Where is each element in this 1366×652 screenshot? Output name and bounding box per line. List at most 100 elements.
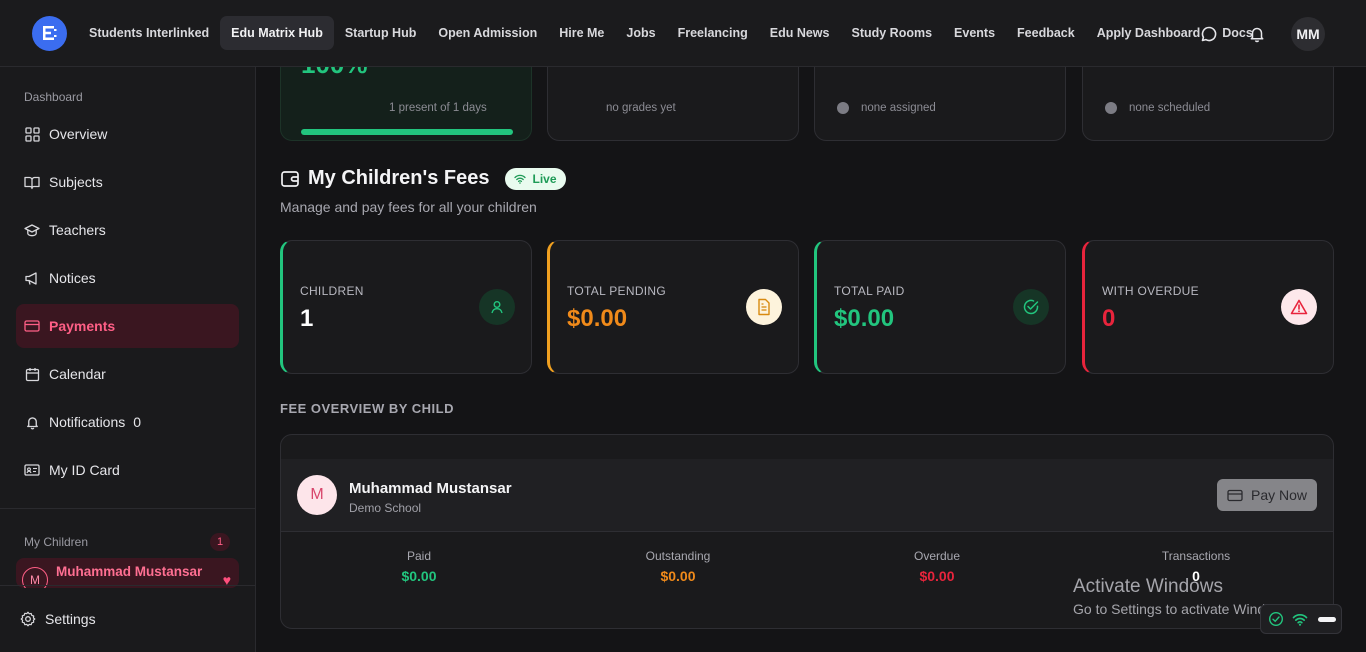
nav-link-hire-me[interactable]: Hire Me [548, 16, 615, 50]
stat-label: CHILDREN [300, 284, 364, 298]
sidebar-child-item[interactable]: M Muhammad Mustansar ♥ [16, 558, 239, 588]
grid-icon [24, 126, 40, 142]
overview-label: Paid [406, 549, 432, 563]
check-circle-icon [1013, 289, 1049, 325]
grades-card: no grades yet [547, 67, 799, 141]
child-name: Muhammad Mustansar [56, 563, 203, 579]
sidebar-divider [0, 585, 255, 586]
nav-link-feedback[interactable]: Feedback [1006, 16, 1086, 50]
nav-links: Students Interlinked Edu Matrix Hub Star… [78, 16, 1264, 50]
stat-card-total-paid: TOTAL PAID $0.00 [814, 240, 1066, 374]
user-avatar[interactable]: MM [1291, 16, 1325, 51]
sidebar-item-label: Notices [49, 270, 96, 286]
pay-now-label: Pay Now [1250, 487, 1308, 503]
child-school: Demo School [349, 501, 422, 515]
sidebar-item-label: Notifications [49, 414, 126, 430]
gear-icon [20, 611, 36, 627]
stat-value: $0.00 [567, 305, 628, 332]
system-tray-widget[interactable] [1260, 604, 1342, 634]
main-content: 100% 1 present of 1 days no grades yet n… [256, 67, 1366, 652]
bell-icon [24, 414, 40, 430]
overview-outstanding: Outstanding $0.00 [578, 549, 778, 584]
sidebar-item-calendar[interactable]: Calendar [16, 352, 239, 396]
credit-card-icon [24, 318, 40, 334]
stat-label: TOTAL PAID [834, 284, 905, 298]
watermark-title: Activate Windows [1073, 576, 1223, 597]
stat-value: $0.00 [834, 305, 895, 332]
sidebar-item-label: My ID Card [49, 462, 120, 478]
overview-value: $0.00 [919, 568, 955, 584]
status-dot-icon [837, 102, 849, 114]
sidebar-item-label: Teachers [49, 222, 106, 238]
overview-overdue: Overdue $0.00 [837, 549, 1037, 584]
schedule-card: none scheduled [1082, 67, 1334, 141]
live-badge: Live [505, 167, 566, 190]
attendance-percent: 100% [301, 67, 368, 80]
tray-pill-icon [1318, 616, 1336, 622]
stat-card-total-pending: TOTAL PENDING $0.00 [547, 240, 799, 374]
nav-link-students-interlinked[interactable]: Students Interlinked [78, 16, 220, 50]
notifications-button[interactable] [1239, 16, 1275, 52]
sidebar-item-label: Payments [49, 318, 116, 334]
stat-label: TOTAL PENDING [567, 284, 667, 298]
credit-card-icon [1227, 489, 1243, 501]
attendance-card: 100% 1 present of 1 days [280, 67, 532, 141]
megaphone-icon [24, 270, 40, 286]
nav-link-edu-news[interactable]: Edu News [759, 16, 841, 50]
wallet-icon [281, 170, 299, 187]
fee-overview-heading: FEE OVERVIEW BY CHILD [280, 401, 454, 416]
stat-card-children: CHILDREN 1 [280, 240, 532, 374]
nav-link-edu-matrix-hub[interactable]: Edu Matrix Hub [220, 16, 334, 50]
attendance-subtext: 1 present of 1 days [389, 102, 487, 114]
sidebar: Dashboard Overview Subjects Teachers Not… [0, 67, 256, 652]
overview-value: $0.00 [660, 568, 696, 584]
book-icon [24, 174, 40, 190]
stat-label: WITH OVERDUE [1102, 284, 1199, 298]
children-count-badge: 1 [210, 533, 230, 551]
top-navbar: Students Interlinked Edu Matrix Hub Star… [0, 0, 1366, 67]
user-icon [479, 289, 515, 325]
sidebar-item-notifications[interactable]: Notifications 0 [16, 400, 239, 444]
sidebar-section-my-children: My Children [24, 535, 89, 549]
status-dot-icon [1105, 102, 1117, 114]
settings-button[interactable]: Settings [20, 611, 96, 627]
live-label: Live [532, 171, 557, 186]
sidebar-item-label: Overview [49, 126, 108, 142]
overview-value: $0.00 [401, 568, 437, 584]
overview-label: Outstanding [645, 549, 711, 563]
logo-icon [42, 26, 56, 40]
schedule-subtext: none scheduled [1129, 102, 1211, 114]
app-logo[interactable] [32, 15, 67, 51]
nav-link-startup-hub[interactable]: Startup Hub [334, 16, 428, 50]
sidebar-item-label: Calendar [49, 366, 106, 382]
stat-value: 0 [1102, 305, 1116, 332]
nav-link-open-admission[interactable]: Open Admission [427, 16, 548, 50]
sidebar-item-overview[interactable]: Overview [16, 112, 239, 156]
id-card-icon [24, 462, 40, 478]
sidebar-item-notices[interactable]: Notices [16, 256, 239, 300]
messages-button[interactable] [1191, 16, 1227, 52]
nav-link-study-rooms[interactable]: Study Rooms [840, 16, 943, 50]
sidebar-item-my-id-card[interactable]: My ID Card [16, 448, 239, 492]
wifi-icon [514, 174, 527, 184]
graduation-cap-icon [24, 222, 40, 238]
nav-link-freelancing[interactable]: Freelancing [667, 16, 759, 50]
check-circle-icon [1268, 611, 1284, 627]
page-title: My Children's Fees [308, 167, 490, 189]
assignments-subtext: none assigned [861, 102, 936, 114]
pay-now-button[interactable]: Pay Now [1217, 479, 1317, 511]
sidebar-section-dashboard: Dashboard [24, 90, 83, 104]
nav-link-jobs[interactable]: Jobs [615, 16, 666, 50]
sidebar-item-payments[interactable]: Payments [16, 304, 239, 348]
notifications-count: 0 [133, 414, 142, 430]
wifi-icon [1292, 613, 1308, 626]
sidebar-item-teachers[interactable]: Teachers [16, 208, 239, 252]
calendar-icon [24, 366, 40, 382]
stat-card-with-overdue: WITH OVERDUE 0 [1082, 240, 1334, 374]
sidebar-item-subjects[interactable]: Subjects [16, 160, 239, 204]
child-avatar: M [297, 475, 337, 515]
sidebar-divider [0, 508, 255, 509]
nav-link-events[interactable]: Events [943, 16, 1006, 50]
sidebar-item-label: Subjects [49, 174, 103, 190]
overview-label: Transactions [1161, 549, 1231, 563]
